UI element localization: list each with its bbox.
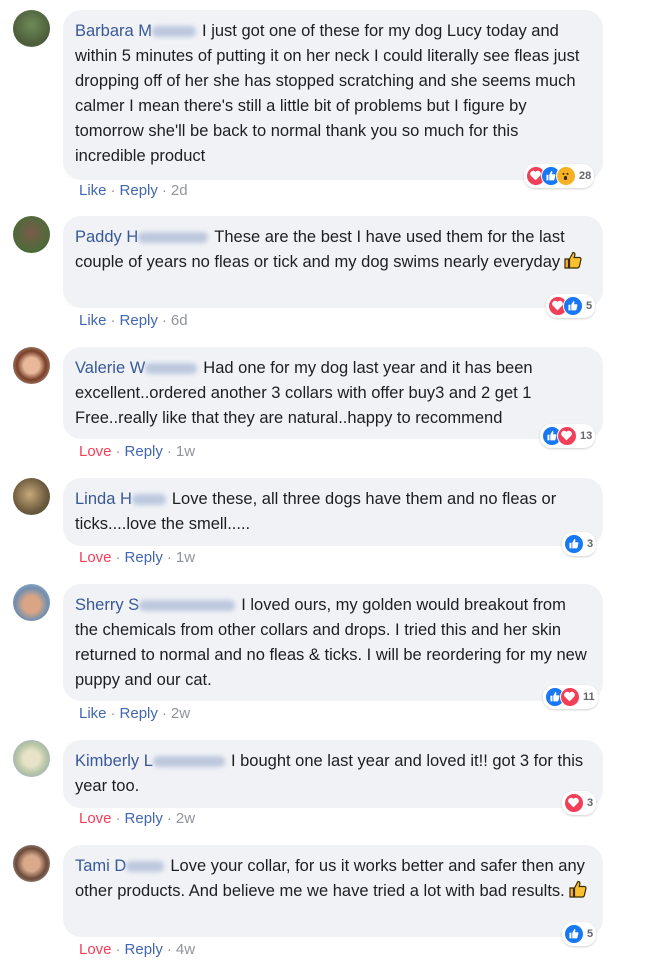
reaction-count: 3 bbox=[587, 538, 594, 550]
avatar[interactable] bbox=[13, 10, 50, 47]
comment-bubble: Sherry SI loved ours, my golden would br… bbox=[63, 584, 603, 701]
thumbs-up-emoji-icon bbox=[564, 251, 582, 269]
wow-face-icon bbox=[556, 166, 576, 186]
reaction-count: 11 bbox=[583, 691, 595, 703]
comment-time[interactable]: 2w bbox=[176, 810, 195, 827]
comment-bubble: Linda H Love these, all three dogs have t… bbox=[63, 478, 603, 546]
comment-actions: Like · Reply · 2d bbox=[79, 182, 188, 199]
redacted-surname bbox=[152, 756, 225, 768]
separator-dot: · bbox=[161, 182, 167, 199]
comment-time[interactable]: 1w bbox=[176, 549, 195, 566]
like-link[interactable]: Like bbox=[79, 312, 107, 329]
separator-dot: · bbox=[166, 549, 172, 566]
reaction-summary[interactable]: 3 bbox=[562, 532, 597, 556]
thumbs-up-icon bbox=[563, 296, 583, 316]
comment-text: I just got one of these for my dog Lucy … bbox=[75, 22, 580, 165]
reply-link[interactable]: Reply bbox=[120, 312, 158, 329]
comment-author[interactable]: Barbara M bbox=[75, 22, 152, 40]
reaction-summary[interactable]: 13 bbox=[540, 424, 596, 448]
comment-bubble: Tami D Love your collar, for us it works … bbox=[63, 845, 603, 937]
separator-dot: · bbox=[115, 941, 121, 958]
comment-author[interactable]: Tami D bbox=[75, 857, 126, 875]
separator-dot: · bbox=[166, 941, 172, 958]
redacted-surname bbox=[126, 861, 165, 873]
avatar[interactable] bbox=[13, 584, 50, 621]
separator-dot: · bbox=[166, 810, 172, 827]
comment-time[interactable]: 4w bbox=[176, 941, 195, 958]
comment-bubble: Valerie W Had one for my dog last year an… bbox=[63, 347, 603, 439]
heart-icon bbox=[557, 426, 577, 446]
reaction-count: 28 bbox=[579, 170, 592, 182]
thumbs-up-emoji-icon bbox=[569, 880, 587, 898]
avatar[interactable] bbox=[13, 740, 50, 777]
separator-dot: · bbox=[115, 443, 121, 460]
love-link[interactable]: Love bbox=[79, 810, 112, 827]
love-link[interactable]: Love bbox=[79, 443, 112, 460]
heart-icon bbox=[564, 793, 584, 813]
reply-link[interactable]: Reply bbox=[125, 549, 163, 566]
avatar[interactable] bbox=[13, 478, 50, 515]
separator-dot: · bbox=[115, 549, 121, 566]
reaction-count: 5 bbox=[586, 300, 593, 312]
comment-actions: Love · Reply · 1w bbox=[79, 549, 195, 566]
redacted-surname bbox=[152, 26, 197, 38]
separator-dot: · bbox=[166, 443, 172, 460]
like-link[interactable]: Like bbox=[79, 182, 107, 199]
avatar[interactable] bbox=[13, 845, 50, 882]
reply-link[interactable]: Reply bbox=[125, 443, 163, 460]
comment-author[interactable]: Kimberly L bbox=[75, 752, 153, 770]
heart-icon bbox=[560, 687, 580, 707]
reply-link[interactable]: Reply bbox=[120, 182, 158, 199]
comment-time[interactable]: 6d bbox=[171, 312, 188, 329]
reaction-summary[interactable]: 5 bbox=[546, 294, 596, 318]
comment-actions: Love · Reply · 1w bbox=[79, 443, 195, 460]
comment-author[interactable]: Linda H bbox=[75, 490, 132, 508]
separator-dot: · bbox=[161, 312, 167, 329]
comment-author[interactable]: Sherry S bbox=[75, 596, 139, 614]
reaction-summary[interactable]: 28 bbox=[524, 164, 595, 188]
comment-author[interactable]: Valerie W bbox=[75, 359, 145, 377]
reaction-summary[interactable]: 11 bbox=[543, 685, 598, 709]
separator-dot: · bbox=[110, 312, 116, 329]
love-link[interactable]: Love bbox=[79, 941, 112, 958]
separator-dot: · bbox=[115, 810, 121, 827]
reaction-summary[interactable]: 5 bbox=[562, 922, 597, 946]
comment-time[interactable]: 1w bbox=[176, 443, 195, 460]
separator-dot: · bbox=[161, 705, 167, 722]
avatar[interactable] bbox=[13, 216, 50, 253]
thumbs-up-icon bbox=[564, 534, 584, 554]
redacted-surname bbox=[139, 600, 236, 612]
comment-author[interactable]: Paddy H bbox=[75, 228, 138, 246]
reaction-summary[interactable]: 3 bbox=[562, 791, 597, 815]
reply-link[interactable]: Reply bbox=[125, 941, 163, 958]
reply-link[interactable]: Reply bbox=[125, 810, 163, 827]
comment-bubble: Barbara MI just got one of these for my … bbox=[63, 10, 603, 180]
reaction-count: 3 bbox=[587, 797, 594, 809]
redacted-surname bbox=[145, 363, 198, 375]
love-link[interactable]: Love bbox=[79, 549, 112, 566]
reaction-count: 5 bbox=[587, 928, 594, 940]
comment-bubble: Paddy H These are the best I have used th… bbox=[63, 216, 603, 308]
avatar[interactable] bbox=[13, 347, 50, 384]
comment-time[interactable]: 2w bbox=[171, 705, 190, 722]
comment-bubble: Kimberly LI bought one last year and lov… bbox=[63, 740, 603, 808]
redacted-surname bbox=[131, 494, 166, 506]
comment-actions: Love · Reply · 2w bbox=[79, 810, 195, 827]
separator-dot: · bbox=[110, 182, 116, 199]
comment-actions: Love · Reply · 4w bbox=[79, 941, 195, 958]
separator-dot: · bbox=[110, 705, 116, 722]
reply-link[interactable]: Reply bbox=[120, 705, 158, 722]
like-link[interactable]: Like bbox=[79, 705, 107, 722]
redacted-surname bbox=[138, 232, 209, 244]
comment-actions: Like · Reply · 2w bbox=[79, 705, 190, 722]
thumbs-up-icon bbox=[564, 924, 584, 944]
comment-actions: Like · Reply · 6d bbox=[79, 312, 188, 329]
comment-time[interactable]: 2d bbox=[171, 182, 188, 199]
reaction-count: 13 bbox=[580, 430, 593, 442]
